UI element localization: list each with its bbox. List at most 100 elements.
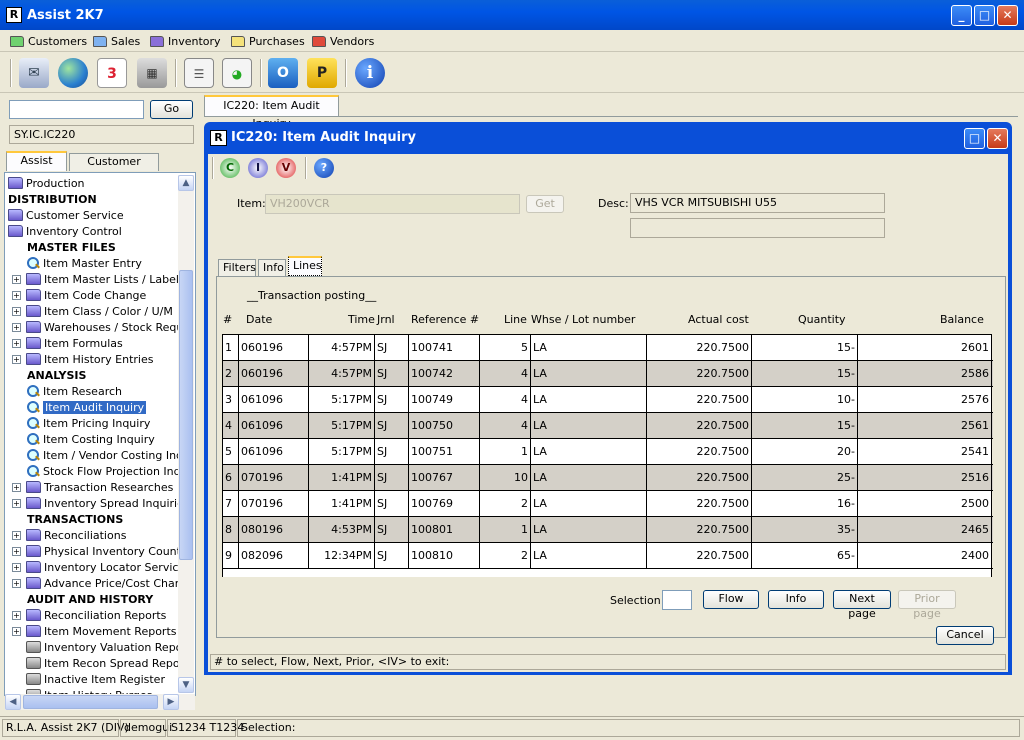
menu-sales[interactable]: Sales xyxy=(93,33,140,49)
close-button[interactable]: ✕ xyxy=(997,5,1018,26)
tree-item[interactable]: Item Costing Inquiry xyxy=(12,431,155,447)
tree-item[interactable]: Item Master Entry xyxy=(12,255,142,271)
i-icon[interactable]: I xyxy=(248,158,268,178)
expand-icon[interactable]: + xyxy=(12,482,21,492)
calculator-icon[interactable]: ▦ xyxy=(137,58,167,88)
tree-item[interactable]: + Inventory Locator Service xyxy=(12,559,185,575)
mail-icon[interactable]: ✉ xyxy=(19,58,49,88)
tree-horizontal-scrollbar[interactable]: ◀ ▶ xyxy=(5,694,195,710)
tree-item[interactable]: Item Recon Spread Report xyxy=(12,655,188,671)
search-input[interactable] xyxy=(9,100,144,119)
tree-item[interactable]: Item Research xyxy=(12,383,122,399)
table-row[interactable]: 8 080196 4:53PM SJ 100801 1 LA 220.7500 35- 2465 xyxy=(223,517,993,543)
scroll-down-icon[interactable]: ▼ xyxy=(178,677,194,693)
tree-item[interactable]: + Item Formulas xyxy=(12,335,123,351)
table-row[interactable]: 6 070196 1:41PM SJ 100767 10 LA 220.7500 25- 2516 xyxy=(223,465,993,491)
expand-icon[interactable]: + xyxy=(12,498,21,508)
report-icon[interactable]: ☰ xyxy=(184,58,214,88)
chart-icon[interactable]: ◕ xyxy=(222,58,252,88)
tree-item[interactable]: + Reconciliations xyxy=(12,527,126,543)
tab-assist-2k7[interactable]: Assist 2K7 xyxy=(6,151,67,183)
expand-icon[interactable]: + xyxy=(12,290,21,300)
tree-item[interactable]: Production xyxy=(8,175,85,191)
tree-item[interactable]: + Item Master Lists / Labels xyxy=(12,271,185,287)
tree-item[interactable]: Item Pricing Inquiry xyxy=(12,415,150,431)
selection-input[interactable] xyxy=(662,590,692,610)
table-row[interactable]: 5 061096 5:17PM SJ 100751 1 LA 220.7500 20- 2541 xyxy=(223,439,993,465)
tree-item[interactable]: + Item History Entries xyxy=(12,351,153,367)
menu-customers[interactable]: Customers xyxy=(10,33,87,49)
v-icon[interactable]: V xyxy=(276,158,296,178)
scroll-right-icon[interactable]: ▶ xyxy=(163,694,179,710)
expand-icon[interactable]: + xyxy=(12,562,21,572)
dialog-maximize-button[interactable]: □ xyxy=(964,128,985,149)
tree-vertical-scrollbar[interactable]: ▲ ▼ xyxy=(178,175,194,693)
tree-item[interactable]: Customer Service xyxy=(8,207,124,223)
tab-lines[interactable]: Lines xyxy=(288,256,322,276)
flow-button[interactable]: Flow xyxy=(703,590,759,609)
tree-item[interactable]: + Warehouses / Stock Reque xyxy=(12,319,190,335)
minimize-button[interactable]: _ xyxy=(951,5,972,26)
info-icon[interactable]: i xyxy=(355,58,385,88)
expand-icon[interactable]: + xyxy=(12,306,21,316)
scroll-thumb[interactable] xyxy=(179,270,193,560)
c-icon[interactable]: C xyxy=(220,158,240,178)
tree-item[interactable]: + Transaction Researches xyxy=(12,479,173,495)
expand-icon[interactable]: + xyxy=(12,610,21,620)
expand-icon[interactable]: + xyxy=(12,578,21,588)
go-button[interactable]: Go xyxy=(150,100,193,119)
expand-icon[interactable]: + xyxy=(12,530,21,540)
expand-icon[interactable]: + xyxy=(12,322,21,332)
table-row[interactable]: 4 061096 5:17PM SJ 100750 4 LA 220.7500 15- 2561 xyxy=(223,413,993,439)
calendar-icon[interactable]: 3 xyxy=(97,58,127,88)
p-icon[interactable]: P xyxy=(307,58,337,88)
table-row[interactable]: 3 061096 5:17PM SJ 100749 4 LA 220.7500 10- 2576 xyxy=(223,387,993,413)
menu-purchases[interactable]: Purchases xyxy=(231,33,305,49)
next-page-button[interactable]: Next page xyxy=(833,590,891,620)
expand-icon[interactable]: + xyxy=(12,626,21,636)
tree-item[interactable]: Item Audit Inquiry xyxy=(12,399,147,415)
transaction-grid[interactable]: 1 060196 4:57PM SJ 100741 5 LA 220.7500 15- 2601 2… xyxy=(222,334,993,577)
expand-icon[interactable]: + xyxy=(12,274,21,284)
expand-icon[interactable]: + xyxy=(12,546,21,556)
item-field[interactable]: VH200VCR xyxy=(265,194,520,214)
tab-info[interactable]: Info xyxy=(258,259,286,277)
outlook-icon[interactable]: O xyxy=(268,58,298,88)
tree-item[interactable]: Inventory Control xyxy=(8,223,122,239)
menu-inventory[interactable]: Inventory xyxy=(150,33,221,49)
tree-item[interactable]: + Advance Price/Cost Chang xyxy=(12,575,189,591)
tree-item[interactable]: + Item Code Change xyxy=(12,287,146,303)
expand-icon[interactable]: + xyxy=(12,354,21,364)
menu-vendors[interactable]: Vendors xyxy=(312,33,374,49)
scroll-up-icon[interactable]: ▲ xyxy=(178,175,194,191)
table-row[interactable]: 2 060196 4:57PM SJ 100742 4 LA 220.7500 15- 2586 xyxy=(223,361,993,387)
cancel-button[interactable]: Cancel xyxy=(936,626,994,645)
tree-item[interactable]: + Physical Inventory Count xyxy=(12,543,181,559)
prior-page-button[interactable]: Prior page xyxy=(898,590,956,620)
table-cell: SJ xyxy=(375,439,409,465)
tab-customer-service[interactable]: Customer Service xyxy=(69,153,159,184)
tree-item[interactable]: + Inventory Spread Inquiries xyxy=(12,495,190,511)
table-row[interactable]: 1 060196 4:57PM SJ 100741 5 LA 220.7500 15- 2601 xyxy=(223,335,993,361)
tree-item[interactable]: + Reconciliation Reports xyxy=(12,607,166,623)
globe-icon[interactable] xyxy=(58,58,88,88)
info-button[interactable]: Info xyxy=(768,590,824,609)
table-row[interactable]: 7 070196 1:41PM SJ 100769 2 LA 220.7500 16- 2500 xyxy=(223,491,993,517)
expand-icon[interactable]: + xyxy=(12,338,21,348)
get-button[interactable]: Get xyxy=(526,195,564,213)
tab-filters[interactable]: Filters xyxy=(218,259,256,277)
dialog-close-button[interactable]: ✕ xyxy=(987,128,1008,149)
tree-item[interactable]: + Item Class / Color / U/M xyxy=(12,303,173,319)
tree-item[interactable]: Stock Flow Projection Inqui xyxy=(12,463,191,479)
help-icon[interactable]: ? xyxy=(314,158,334,178)
tree-item[interactable]: Inventory Valuation Report xyxy=(12,639,191,655)
tab-item-audit-inquiry[interactable]: IC220: Item Audit Inquiry xyxy=(204,95,339,130)
tree-item[interactable]: Item / Vendor Costing Inqu xyxy=(12,447,190,463)
table-row[interactable]: 9 082096 12:34PM SJ 100810 2 LA 220.7500 65- 2400 xyxy=(223,543,993,569)
entry-icon xyxy=(26,256,40,270)
tree-item[interactable]: Inactive Item Register xyxy=(12,671,165,687)
hscroll-thumb[interactable] xyxy=(23,695,158,709)
tree-item[interactable]: + Item Movement Reports xyxy=(12,623,177,639)
scroll-left-icon[interactable]: ◀ xyxy=(5,694,21,710)
maximize-button[interactable]: □ xyxy=(974,5,995,26)
